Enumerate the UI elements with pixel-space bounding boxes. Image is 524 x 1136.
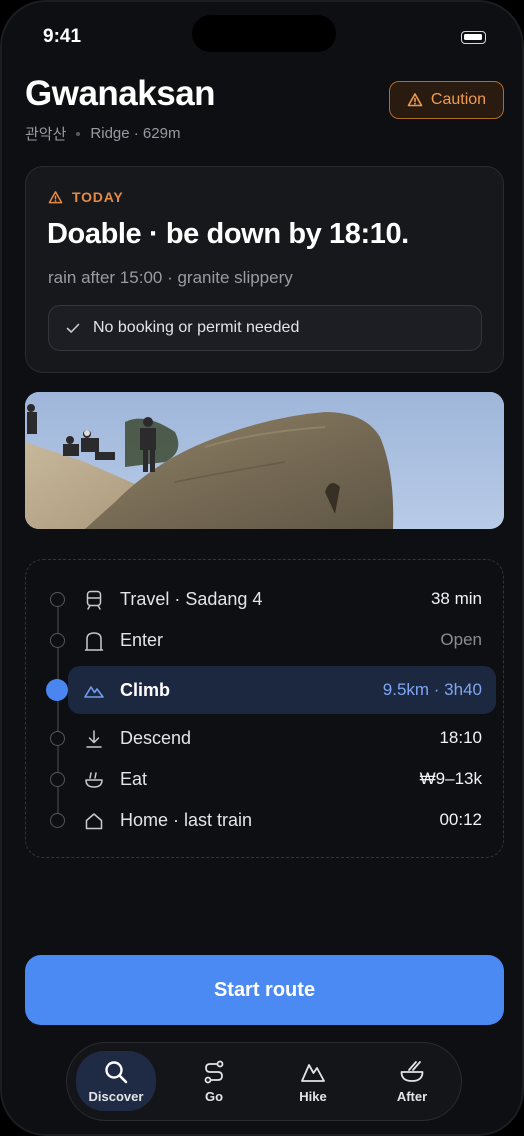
route-step-descend[interactable]: Descend 18:10 [26, 718, 505, 758]
route-icon [204, 1060, 224, 1084]
gate-icon [84, 632, 104, 651]
mountain-meta: 관악산 Ridge · 629m [25, 123, 180, 144]
step-node-active [46, 679, 68, 701]
booking-note: No booking or permit needed [48, 305, 482, 351]
today-label: TODAY [48, 189, 123, 205]
start-route-button[interactable]: Start route [25, 955, 504, 1025]
today-conditions: rain after 15:00 · granite slippery [48, 268, 293, 287]
train-icon [86, 590, 102, 610]
descend-icon [86, 730, 102, 748]
home-icon [85, 813, 103, 830]
battery-icon [461, 31, 486, 44]
warning-icon [407, 93, 423, 107]
search-icon [105, 1061, 128, 1084]
route-step-eat[interactable]: Eat ₩9–13k [26, 759, 505, 799]
today-label-text: TODAY [72, 189, 124, 205]
step-label: Eat [120, 769, 148, 789]
today-headline: Doable · be down by 18:10. [47, 218, 409, 250]
warning-icon [48, 190, 63, 203]
step-value: 38 min [430, 589, 482, 608]
step-node [50, 813, 65, 828]
today-card: TODAY Doable · be down by 18:10. rain af… [25, 166, 504, 373]
mountain-icon [84, 686, 104, 698]
korean-name: 관악산 [25, 126, 67, 143]
bowl-icon [85, 772, 103, 788]
booking-text: No booking or permit needed [93, 319, 300, 336]
tab-bar: Discover Go Hike After [66, 1042, 462, 1121]
page-title: Gwanaksan [25, 74, 216, 113]
step-value: ₩9–13k [419, 769, 482, 788]
ridge-height: Ridge · 629m [90, 125, 181, 142]
tab-label: Hike [299, 1089, 327, 1104]
tab-label: Discover [88, 1089, 144, 1104]
step-node [50, 731, 65, 746]
caution-label: Caution [430, 91, 487, 108]
check-icon [66, 323, 80, 333]
step-node [50, 772, 65, 787]
mountain-photo [25, 392, 504, 529]
separator-dot [76, 131, 81, 136]
step-value: 00:12 [439, 810, 482, 829]
step-label: Enter [120, 630, 164, 650]
tab-discover[interactable]: Discover [76, 1051, 156, 1111]
tab-hike[interactable]: Hike [273, 1051, 353, 1111]
route-step-climb[interactable]: Climb 9.5km · 3h40 [26, 666, 505, 714]
step-value: 9.5km · 3h40 [382, 680, 482, 699]
tab-label: After [396, 1089, 428, 1104]
caution-badge[interactable]: Caution [389, 81, 504, 119]
route-step-enter[interactable]: Enter Open [26, 620, 505, 660]
step-value: 18:10 [439, 728, 482, 747]
step-label: Descend [120, 728, 192, 748]
step-label: Travel · Sadang 4 [120, 589, 263, 609]
step-node [50, 592, 65, 607]
status-time: 9:41 [43, 26, 82, 47]
step-node [50, 633, 65, 648]
tab-go[interactable]: Go [174, 1051, 254, 1111]
step-value: Open [440, 630, 482, 649]
step-label: Home · last train [120, 810, 253, 830]
dynamic-island [192, 15, 336, 52]
tab-after[interactable]: After [372, 1051, 452, 1111]
bowl-icon [400, 1061, 424, 1082]
phone-screen: 9:41 Gwanaksan 관악산 Ridge · 629m Caution … [0, 0, 524, 1136]
route-step-travel[interactable]: Travel · Sadang 4 38 min [26, 579, 505, 619]
step-label: Climb [120, 680, 171, 700]
route-timeline: Travel · Sadang 4 38 min Enter Open Clim… [25, 559, 504, 858]
tab-label: Go [204, 1089, 224, 1104]
mountain-icon [301, 1064, 325, 1082]
route-step-home[interactable]: Home · last train 00:12 [26, 800, 505, 840]
